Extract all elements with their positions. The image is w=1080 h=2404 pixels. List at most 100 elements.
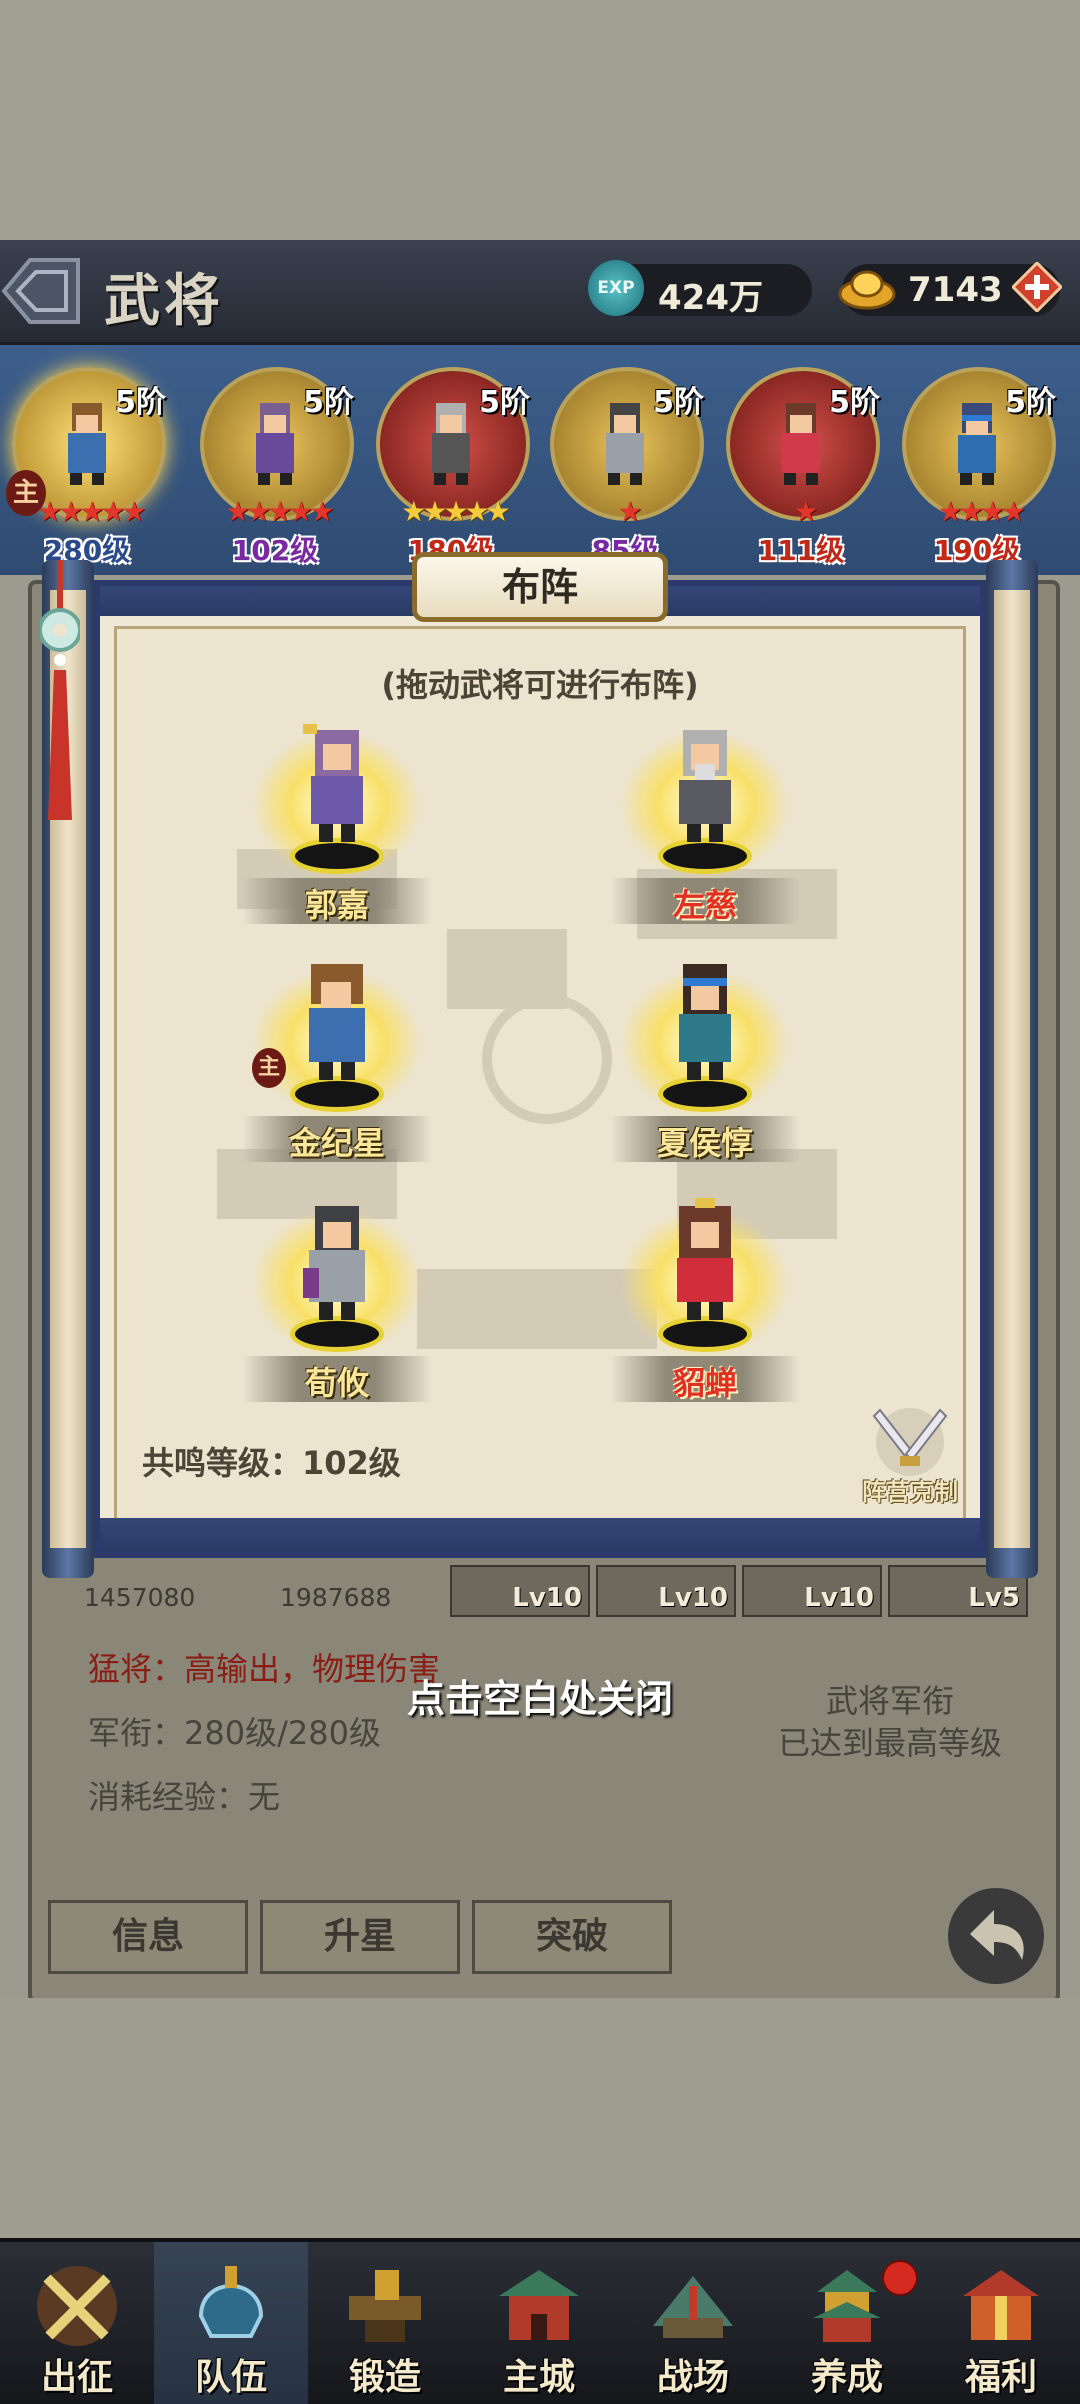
exp-value: 424万 — [658, 278, 763, 318]
nav-cultivate[interactable]: 养成 — [770, 2242, 924, 2404]
nav-label: 福利 — [964, 2356, 1037, 2398]
formation-slot[interactable]: 貂蝉 — [610, 1188, 800, 1408]
top-empty-area[interactable] — [0, 0, 1080, 240]
hero-stars: ★ — [617, 495, 642, 528]
nav-team[interactable]: 队伍 — [154, 2242, 308, 2404]
crossed-swords-icon — [37, 2266, 117, 2346]
hero-card[interactable]: 5阶 ★ 85级 — [550, 367, 704, 567]
nav-main-city[interactable]: 主城 — [462, 2242, 616, 2404]
slot-hero-name: 金纪星 — [288, 1124, 385, 1162]
nav-battlefield[interactable]: 战场 — [616, 2242, 770, 2404]
hero-sprite-icon — [677, 1198, 733, 1320]
hero-stars: ★ — [793, 495, 818, 528]
slot-hero-name: 貂蝉 — [672, 1364, 737, 1402]
main-hero-badge: 主 — [6, 470, 46, 516]
slot-hero-name: 郭嘉 — [304, 886, 369, 924]
hero-stage: 5阶 — [479, 385, 530, 420]
nav-label: 主城 — [502, 2356, 575, 2398]
hero-sprite-icon — [309, 964, 365, 1080]
formation-slot[interactable]: 左慈 — [610, 710, 800, 930]
gold-counter: 7143 — [838, 260, 1064, 316]
star-up-tab-button[interactable]: 升星 — [260, 1900, 460, 1974]
formation-dialog: 布阵 (拖动武将可进行布阵) 郭嘉 左慈 主 金纪星 夏侯惇 荀攸 貂蝉 共鸣等… — [38, 552, 1038, 1578]
page-title: 武将 — [104, 268, 224, 334]
hero-card[interactable]: 5阶 ★ 111级 — [726, 367, 880, 567]
resonance-level: 共鸣等级：102级 — [142, 1444, 401, 1482]
equipment-level: Lv10 — [512, 1583, 582, 1613]
back-arrow-icon[interactable] — [0, 246, 84, 336]
add-gold-button[interactable] — [1010, 260, 1064, 314]
hero-sprite-icon — [782, 403, 820, 485]
hero-sprite-icon — [68, 403, 106, 485]
return-arrow-icon[interactable] — [948, 1888, 1044, 1984]
gold-value: 7143 — [908, 270, 1003, 310]
physical-defense-value: 1457080 — [84, 1583, 196, 1612]
nav-label: 出征 — [40, 2356, 113, 2398]
exp-icon: EXP — [588, 260, 644, 316]
hero-stage: 5阶 — [303, 385, 354, 420]
hero-sprite-icon — [679, 964, 731, 1080]
nav-label: 战场 — [656, 2356, 729, 2398]
crossed-swords-icon — [872, 1408, 948, 1476]
hero-sprite-icon — [958, 403, 996, 485]
hero-stars: ★★★★★ — [401, 495, 511, 528]
hero-sprite-icon — [303, 1206, 365, 1320]
slot-hero-name: 荀攸 — [304, 1364, 369, 1402]
hero-stage: 5阶 — [829, 385, 880, 420]
hero-sprite-icon — [606, 403, 644, 485]
top-header: 武将 EXP 424万 7143 — [0, 240, 1080, 345]
hero-sprite-icon — [303, 724, 363, 842]
bottom-empty-area[interactable] — [0, 1998, 1080, 2238]
bottom-navigation: 出征 队伍 锻造 主城 战场 养成 福利 — [0, 2238, 1080, 2404]
formation-slot[interactable]: 荀攸 — [242, 1188, 432, 1408]
hero-sprite-icon — [432, 403, 470, 485]
scroll-rod-right — [986, 560, 1038, 1578]
star-up-tab-label: 升星 — [323, 1916, 396, 1957]
hero-card[interactable]: 5阶 ★★★★★ 280级 — [12, 367, 166, 567]
close-hint-text[interactable]: 点击空白处关闭 — [0, 1668, 1080, 1723]
main-hero-mark: 主 — [252, 1048, 286, 1088]
info-tab-button[interactable]: 信息 — [48, 1900, 248, 1974]
slot-hero-name: 左慈 — [672, 886, 737, 924]
hero-selector-strip: 5阶 ★★★★★ 280级 5阶 ★★★★★ 102级 5阶 ★★★★★ 180… — [0, 345, 1080, 575]
hero-card[interactable]: 5阶 ★★★★★ 102级 — [200, 367, 354, 567]
faction-counter-label: 阵营克制 — [862, 1478, 958, 1506]
hero-sprite-icon — [256, 403, 294, 485]
hero-stage: 5阶 — [1005, 385, 1056, 420]
rank-note-line2: 已达到最高等级 — [777, 1724, 1002, 1762]
formation-slot[interactable]: 郭嘉 — [242, 710, 432, 930]
nav-forge[interactable]: 锻造 — [308, 2242, 462, 2404]
dialog-title-plate: 布阵 — [412, 552, 668, 622]
equipment-level: Lv10 — [804, 1583, 874, 1613]
scroll-bottom-band — [100, 1518, 980, 1552]
faction-counter-button[interactable]: 阵营克制 — [850, 1400, 970, 1510]
notification-dot — [882, 2260, 918, 2296]
hero-stars: ★★★★ — [937, 495, 1026, 528]
nav-campaign[interactable]: 出征 — [0, 2242, 154, 2404]
anvil-icon — [349, 2270, 421, 2342]
nav-label: 锻造 — [348, 2356, 421, 2398]
battlefield-icon — [653, 2276, 733, 2338]
hero-stage: 5阶 — [653, 385, 704, 420]
exp-cost: 消耗经验：无 — [88, 1778, 281, 1816]
info-tab-label: 信息 — [111, 1916, 184, 1957]
breakthrough-tab-label: 突破 — [535, 1916, 608, 1957]
hero-stars: ★★★★★ — [225, 495, 335, 528]
equipment-level: Lv10 — [658, 1583, 728, 1613]
breakthrough-tab-button[interactable]: 突破 — [472, 1900, 672, 1974]
helmet-icon — [198, 2266, 264, 2338]
nav-welfare[interactable]: 福利 — [924, 2242, 1078, 2404]
formation-slot[interactable]: 主 金纪星 — [242, 948, 432, 1168]
hero-sprite-icon — [679, 730, 731, 842]
exp-counter: EXP 424万 — [588, 260, 812, 318]
equipment-level: Lv5 — [968, 1583, 1020, 1613]
hero-card[interactable]: 5阶 ★★★★★ 180级 — [376, 367, 530, 567]
hero-card[interactable]: 5阶 ★★★★ 190级 — [902, 367, 1056, 567]
gold-ingot-icon — [838, 264, 896, 310]
nav-label: 养成 — [810, 2356, 883, 2398]
formation-slot[interactable]: 夏侯惇 — [610, 948, 800, 1168]
nav-label: 队伍 — [194, 2356, 267, 2398]
slot-hero-name: 夏侯惇 — [656, 1124, 753, 1162]
magic-defense-value: 1987688 — [280, 1583, 392, 1612]
dialog-title: 布阵 — [501, 564, 578, 609]
